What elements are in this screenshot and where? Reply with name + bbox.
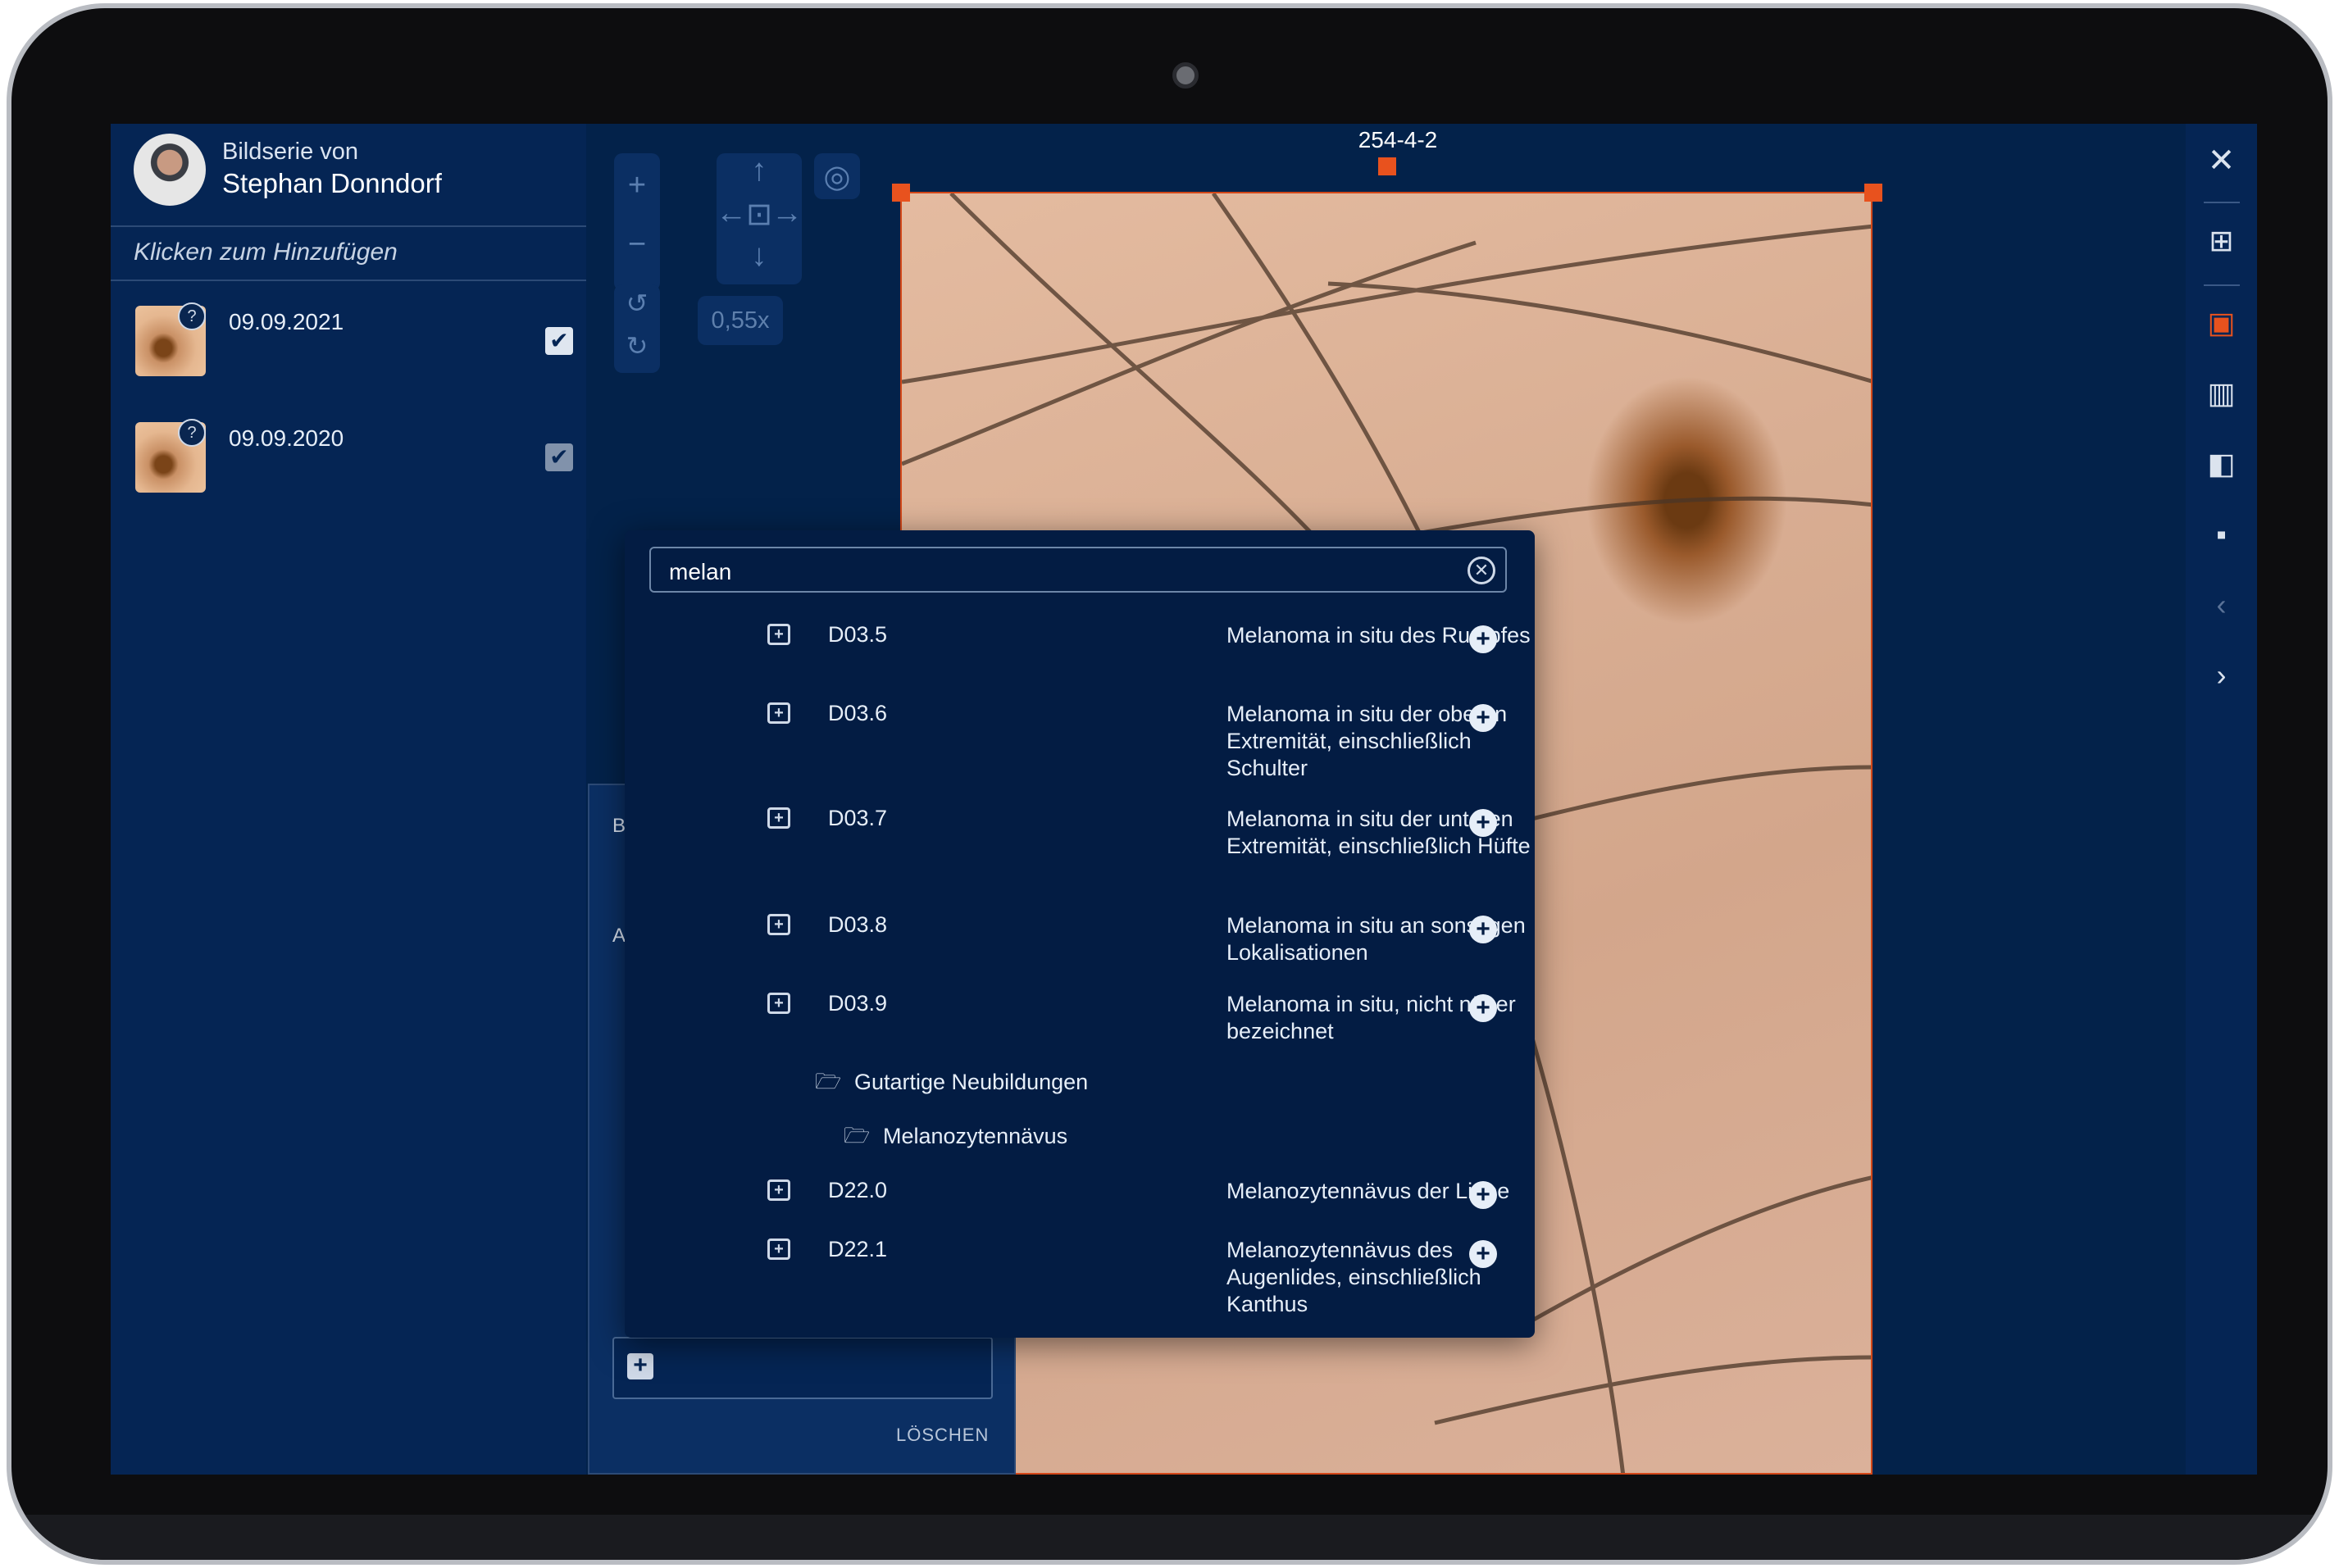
- arrow-down-icon[interactable]: ↓: [743, 239, 776, 274]
- medical-case-icon: +: [767, 807, 790, 829]
- folder-open-icon: 🗁: [815, 1069, 842, 1093]
- help-badge-icon: ?: [178, 419, 206, 447]
- divider: [2204, 284, 2240, 286]
- search-input[interactable]: [667, 555, 1458, 589]
- zoom-out-icon[interactable]: −: [614, 227, 660, 262]
- medical-case-icon: +: [767, 624, 790, 645]
- result-code: D03.8: [828, 912, 888, 937]
- select-checkbox[interactable]: ✔: [545, 443, 573, 471]
- clear-search-icon[interactable]: ✕: [1468, 557, 1495, 584]
- close-icon[interactable]: ✕: [2186, 142, 2257, 180]
- divider: [111, 280, 586, 281]
- series-item[interactable]: ? 09.09.2020 ✔: [135, 419, 578, 504]
- arrow-right-icon[interactable]: →: [771, 196, 803, 231]
- add-image-icon[interactable]: ⊞: [2186, 224, 2257, 258]
- rotate-right-icon[interactable]: ↻: [614, 330, 660, 361]
- series-header: Bildserie von Stephan Donndorf: [111, 124, 586, 227]
- add-result-icon[interactable]: +: [1469, 1181, 1497, 1209]
- rotate-left-icon[interactable]: ↺: [614, 288, 660, 319]
- add-result-icon[interactable]: +: [1469, 704, 1497, 732]
- help-badge-icon: ?: [178, 302, 206, 330]
- category-label: Melanozytennävus: [883, 1124, 1068, 1148]
- add-result-icon[interactable]: +: [1469, 994, 1497, 1022]
- medical-case-icon: +: [767, 1179, 790, 1201]
- folder-open-icon: 🗁: [844, 1123, 871, 1148]
- rotate-pad: ↺ ↻: [614, 284, 660, 373]
- series-panel: Bildserie von Stephan Donndorf Klicken z…: [111, 124, 586, 1475]
- add-result-icon[interactable]: +: [1469, 916, 1497, 943]
- add-result-icon[interactable]: +: [1469, 809, 1497, 837]
- device-chin: [11, 1515, 2328, 1560]
- delete-button[interactable]: LÖSCHEN: [896, 1425, 989, 1446]
- add-diagnosis-field[interactable]: +: [612, 1337, 993, 1399]
- divider: [2204, 202, 2240, 203]
- camera-lens: [1172, 62, 1199, 89]
- medical-case-icon: +: [767, 702, 790, 724]
- series-item[interactable]: ? 09.09.2021 ✔: [135, 302, 578, 388]
- add-result-icon[interactable]: +: [1469, 625, 1497, 653]
- app-screen: Bildserie von Stephan Donndorf Klicken z…: [111, 124, 2257, 1475]
- add-result-icon[interactable]: +: [1469, 1240, 1497, 1268]
- chevron-right-icon[interactable]: ›: [2186, 658, 2257, 693]
- grid-4-icon[interactable]: ▪: [2186, 517, 2257, 552]
- series-date: 09.09.2021: [229, 309, 344, 334]
- tablet-frame: Bildserie von Stephan Donndorf Klicken z…: [7, 3, 2332, 1565]
- results-list: + D03.5 Melanoma in situ des Rumpfes + +…: [625, 612, 1535, 1325]
- result-code: D03.9: [828, 991, 888, 1016]
- form-label: B: [612, 815, 626, 837]
- result-code: D03.7: [828, 806, 888, 830]
- form-label: A: [612, 925, 626, 947]
- image-icon[interactable]: ▣: [2186, 306, 2257, 340]
- result-code: D22.1: [828, 1237, 888, 1261]
- medical-case-icon: +: [767, 1238, 790, 1260]
- series-date: 09.09.2020: [229, 425, 344, 451]
- medical-case-icon: +: [767, 914, 790, 935]
- split-view-icon[interactable]: ▥: [2186, 376, 2257, 411]
- chevron-left-icon[interactable]: ‹: [2186, 588, 2257, 622]
- resize-handle[interactable]: [1378, 157, 1396, 175]
- zoom-level: 0,55x: [698, 296, 783, 345]
- avatar: [134, 134, 206, 206]
- result-code: D03.5: [828, 622, 888, 647]
- result-code: D03.6: [828, 701, 888, 725]
- pan-pad: ↑ ← ⊡ → ↓: [716, 153, 803, 284]
- search-field: ✕: [649, 547, 1507, 593]
- select-checkbox[interactable]: ✔: [545, 327, 573, 355]
- zoom-in-icon[interactable]: +: [614, 168, 660, 203]
- target-icon[interactable]: ◎: [814, 158, 860, 195]
- result-code: D22.0: [828, 1178, 888, 1202]
- add-hint[interactable]: Klicken zum Hinzufügen: [134, 239, 398, 266]
- right-toolbar: ✕ ⊞ ▣ ▥ ◧ ▪ ‹ ›: [2186, 124, 2257, 1475]
- plus-icon: +: [627, 1353, 653, 1379]
- resize-handle[interactable]: [892, 184, 910, 202]
- category-label: Gutartige Neubildungen: [854, 1070, 1089, 1094]
- locate-pad: ◎: [814, 153, 860, 199]
- patient-name: Stephan Donndorf: [222, 168, 442, 198]
- image-title: 254-4-2: [1358, 127, 1438, 152]
- arrow-up-icon[interactable]: ↑: [743, 153, 776, 189]
- zoom-pad: + −: [614, 153, 660, 291]
- diagnosis-search-popup: ✕ + D03.5 Melanoma in situ des Rumpfes +…: [625, 530, 1535, 1338]
- series-label: Bildserie von: [222, 139, 359, 165]
- resize-handle[interactable]: [1864, 184, 1882, 202]
- medical-case-icon: +: [767, 993, 790, 1014]
- compare-icon[interactable]: ◧: [2186, 447, 2257, 481]
